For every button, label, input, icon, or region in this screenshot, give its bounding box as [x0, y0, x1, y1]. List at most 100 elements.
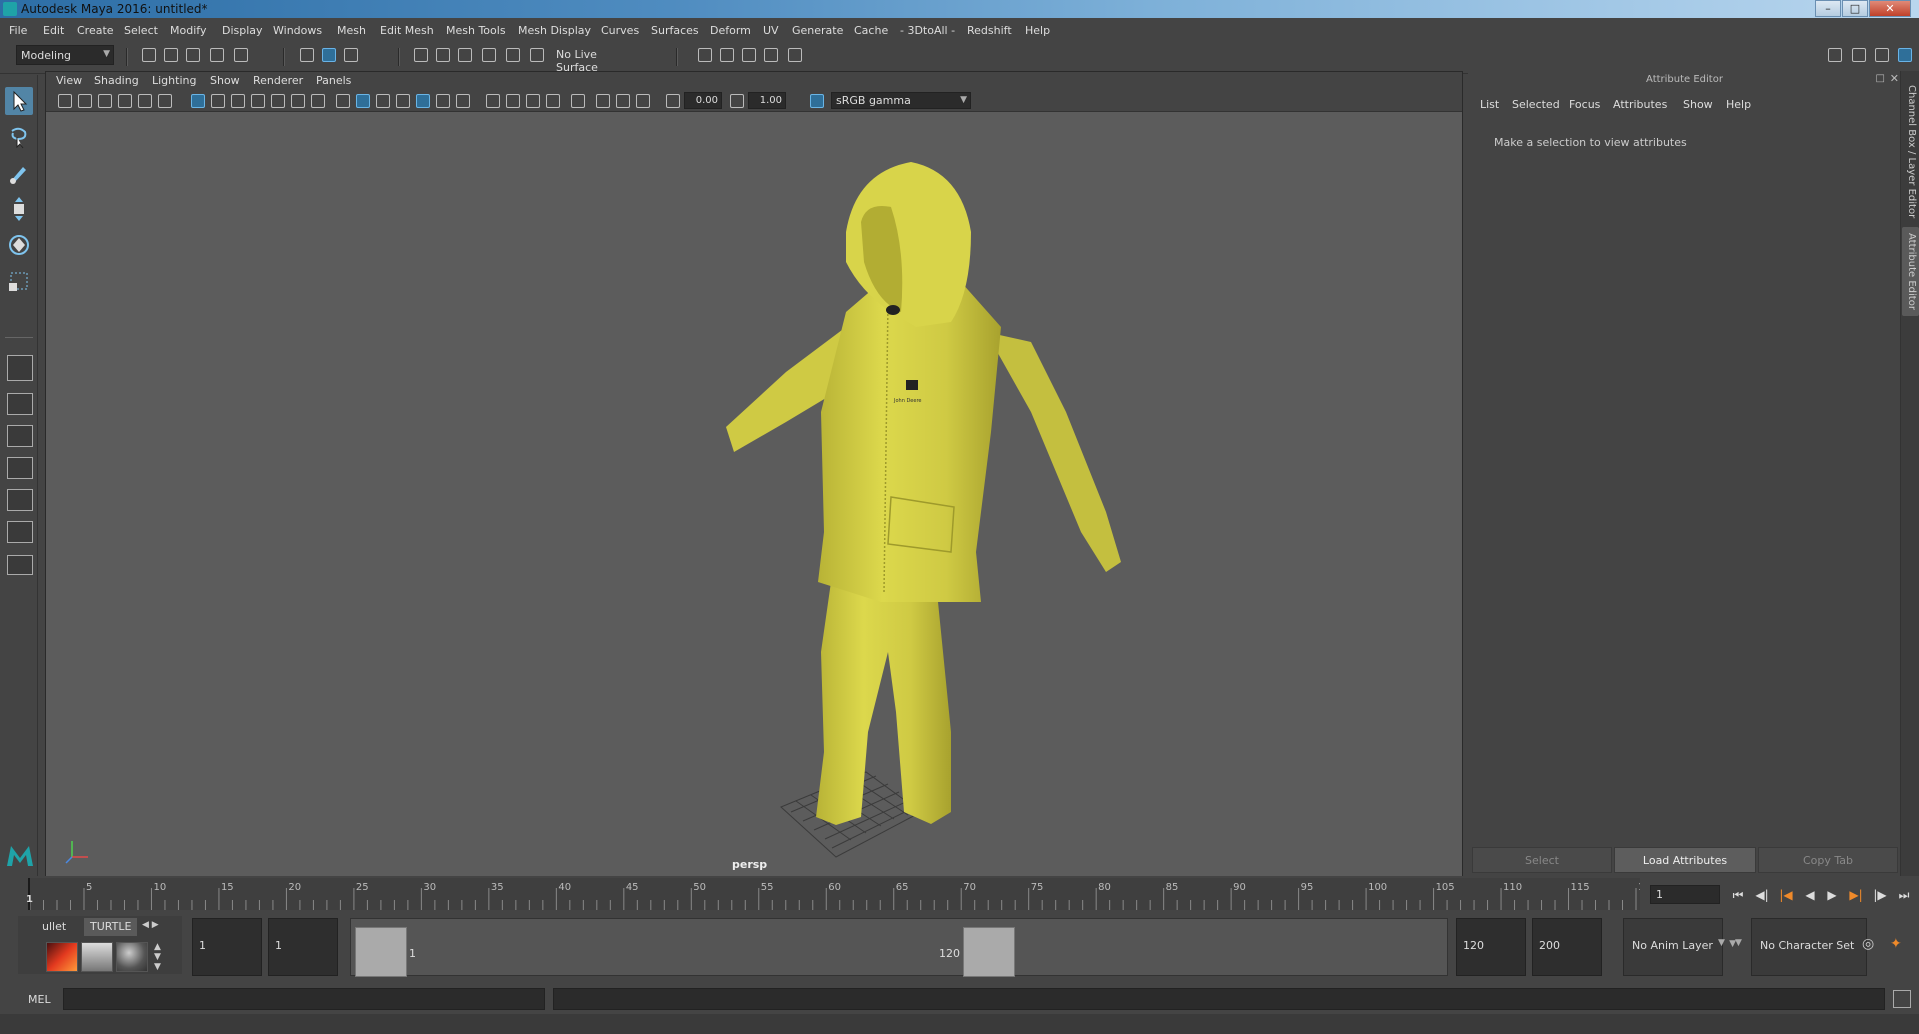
step-back-key-icon[interactable]: |◀: [1776, 885, 1796, 905]
copy-tab-button[interactable]: Copy Tab: [1758, 847, 1898, 873]
turtle-material-icon[interactable]: [116, 942, 148, 972]
shelf-scroll-icon[interactable]: ▲ ▼ ▼: [154, 942, 161, 972]
select-camera-icon[interactable]: [58, 94, 72, 108]
hypershade-icon[interactable]: [786, 46, 804, 64]
animation-preferences-icon[interactable]: ✦: [1890, 936, 1902, 952]
live-surface-field[interactable]: No Live Surface: [552, 45, 644, 74]
render-view-icon[interactable]: [696, 46, 714, 64]
xray-joints-icon[interactable]: [616, 94, 630, 108]
play-backwards-icon[interactable]: ◀: [1800, 885, 1820, 905]
menu-help[interactable]: Help: [1025, 24, 1050, 37]
scene-model[interactable]: John Deere: [46, 112, 1462, 872]
depth-of-field-icon[interactable]: [546, 94, 560, 108]
step-forward-key-icon[interactable]: ▶|: [1846, 885, 1866, 905]
snap-curve-icon[interactable]: [434, 46, 452, 64]
lasso-tool-icon[interactable]: [5, 123, 33, 151]
rotate-tool-icon[interactable]: [5, 231, 33, 259]
menu-edit-mesh[interactable]: Edit Mesh: [380, 24, 434, 37]
save-scene-icon[interactable]: [184, 46, 202, 64]
tab-attribute-editor[interactable]: Attribute Editor: [1902, 227, 1919, 316]
bookmark-icon[interactable]: [98, 94, 112, 108]
anim-layer-dropdown[interactable]: No Anim Layer ▼: [1623, 918, 1736, 976]
menu-curves[interactable]: Curves: [601, 24, 639, 37]
playback-end-field[interactable]: 120: [1456, 918, 1526, 976]
ae-menu-show[interactable]: Show: [1683, 98, 1713, 111]
anti-aliasing-icon[interactable]: [526, 94, 540, 108]
character-set-dropdown[interactable]: No Character Set: [1751, 918, 1867, 976]
isolate-select-icon[interactable]: [571, 94, 585, 108]
menu-deform[interactable]: Deform: [710, 24, 751, 37]
ambient-occlusion-icon[interactable]: [486, 94, 500, 108]
playback-start-field[interactable]: 1: [268, 918, 338, 976]
image-plane-icon[interactable]: [118, 94, 132, 108]
time-ruler[interactable]: 5 10 15 20 25 30 35 40 45 50 55 60 65 70 75 80 85 90 95 100…: [28, 878, 1640, 910]
script-language-toggle[interactable]: MEL: [28, 993, 51, 1006]
camera-attributes-icon[interactable]: [78, 94, 92, 108]
gamma-icon[interactable]: [730, 94, 744, 108]
menu-uv[interactable]: UV: [763, 24, 779, 37]
render-settings-icon[interactable]: [762, 46, 780, 64]
turtle-render-icon[interactable]: [46, 942, 78, 972]
menu-create[interactable]: Create: [77, 24, 114, 37]
modeling-toolkit-icon[interactable]: [1826, 46, 1844, 64]
render-current-icon[interactable]: [718, 46, 736, 64]
resolution-gate-icon[interactable]: [231, 94, 245, 108]
menu-mesh-tools[interactable]: Mesh Tools: [446, 24, 506, 37]
menu-cache[interactable]: Cache: [854, 24, 888, 37]
safe-action-icon[interactable]: [291, 94, 305, 108]
panel-menu-shading[interactable]: Shading: [94, 74, 139, 87]
gate-mask-icon[interactable]: [251, 94, 265, 108]
animation-end-field[interactable]: 200: [1532, 918, 1602, 976]
view-transform-icon[interactable]: [810, 94, 824, 108]
go-to-start-icon[interactable]: ⏮: [1728, 885, 1748, 905]
paint-select-tool-icon[interactable]: [5, 159, 33, 187]
menu-display[interactable]: Display: [222, 24, 263, 37]
attribute-editor-icon[interactable]: [1850, 46, 1868, 64]
menu-modify[interactable]: Modify: [170, 24, 206, 37]
select-tool-icon[interactable]: [5, 87, 33, 115]
snap-grid-icon[interactable]: [412, 46, 430, 64]
float-panel-icon[interactable]: □: [1876, 73, 1885, 84]
viewport-panel[interactable]: View Shading Lighting Show Renderer Pane…: [45, 71, 1463, 878]
single-perspective-layout-icon[interactable]: [7, 355, 33, 381]
move-tool-icon[interactable]: [5, 195, 33, 223]
play-forwards-icon[interactable]: ▶: [1822, 885, 1842, 905]
menu-edit[interactable]: Edit: [43, 24, 64, 37]
motion-blur-icon[interactable]: [506, 94, 520, 108]
smooth-shade-icon[interactable]: [356, 94, 370, 108]
select-component-icon[interactable]: [342, 46, 360, 64]
ae-menu-attributes[interactable]: Attributes: [1613, 98, 1667, 111]
mel-command-input[interactable]: [63, 988, 545, 1010]
chevron-down-icon[interactable]: ▼: [1735, 938, 1742, 948]
shelf-tab-turtle[interactable]: TURTLE: [84, 918, 138, 936]
menu-3dtoall[interactable]: - 3DtoAll -: [900, 24, 955, 37]
shelf-scroll-arrows-icon[interactable]: ◀ ▶: [142, 920, 159, 930]
2d-pan-zoom-icon[interactable]: [138, 94, 152, 108]
default-material-icon[interactable]: [376, 94, 390, 108]
select-object-icon[interactable]: [320, 46, 338, 64]
safe-title-icon[interactable]: [311, 94, 325, 108]
load-attributes-button[interactable]: Load Attributes: [1614, 847, 1756, 873]
redo-icon[interactable]: [232, 46, 250, 64]
exposure-icon[interactable]: [666, 94, 680, 108]
exposure-field[interactable]: 0.00: [684, 92, 722, 109]
script-editor-icon[interactable]: [1893, 990, 1911, 1008]
persp-uv-layout-icon[interactable]: [7, 521, 33, 543]
tab-channel-box-layer-editor[interactable]: Channel Box / Layer Editor: [1902, 79, 1919, 224]
grease-pencil-icon[interactable]: [158, 94, 172, 108]
xray-icon[interactable]: [596, 94, 610, 108]
make-live-icon[interactable]: [504, 46, 522, 64]
persp-outliner-layout-icon[interactable]: [7, 425, 33, 447]
field-chart-icon[interactable]: [271, 94, 285, 108]
history-icon[interactable]: [528, 46, 546, 64]
menuset-dropdown[interactable]: Modeling ▼: [16, 45, 114, 65]
wireframe-icon[interactable]: [336, 94, 350, 108]
range-end-handle[interactable]: [963, 927, 1015, 977]
time-slider[interactable]: 5 10 15 20 25 30 35 40 45 50 55 60 65 70 75 80 85 90 95 100…: [0, 876, 1919, 912]
panel-menu-view[interactable]: View: [56, 74, 82, 87]
xray-components-icon[interactable]: [636, 94, 650, 108]
close-button[interactable]: ✕: [1869, 0, 1911, 17]
persp-graph-layout-icon[interactable]: [7, 457, 33, 479]
close-panel-icon[interactable]: ✕: [1890, 72, 1899, 85]
go-to-end-icon[interactable]: ⏭: [1894, 885, 1914, 905]
